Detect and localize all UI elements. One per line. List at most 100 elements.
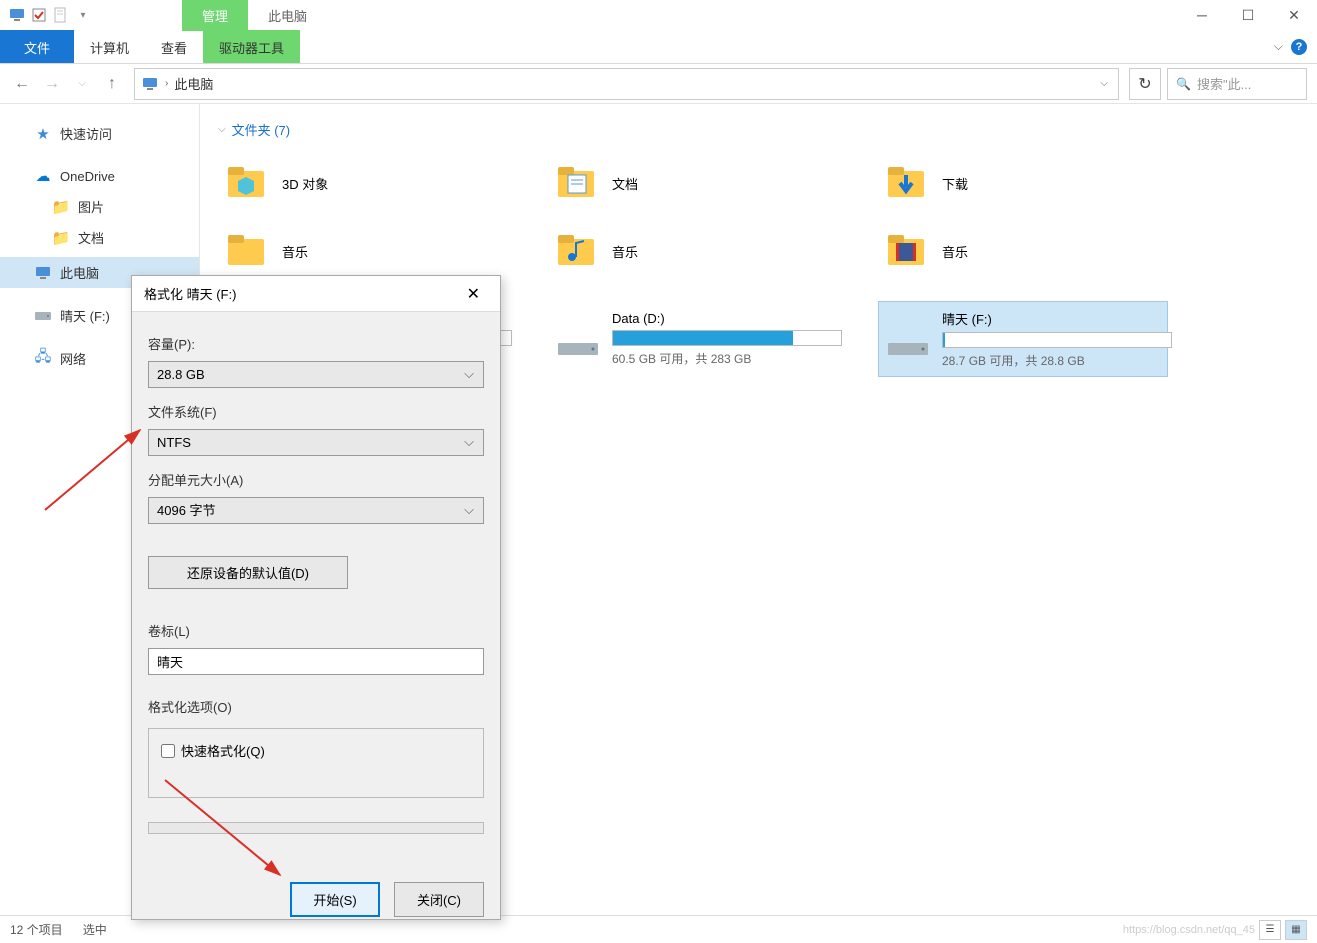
folders-section-header[interactable]: ⌵ 文件夹 (7) [218,116,1299,143]
folder-item[interactable]: 音乐 [878,221,1168,281]
volume-label-input[interactable] [148,648,484,675]
folder-icon: 📁 [52,229,70,247]
sidebar-item-pictures[interactable]: 📁 图片 [0,191,199,222]
folder-item[interactable]: 下载 [878,153,1168,213]
filesystem-select[interactable]: NTFS [148,429,484,456]
capacity-label: 容量(P): [148,334,484,353]
quick-format-checkbox[interactable]: 快速格式化(Q) [161,741,471,760]
quick-format-input[interactable] [161,744,175,758]
thispc-icon [8,6,26,24]
breadcrumb-item[interactable]: 此电脑 [174,74,213,93]
view-tab[interactable]: 查看 [145,30,203,63]
drive-item[interactable]: Data (D:) 60.5 GB 可用，共 283 GB [548,301,838,377]
drive-icon [34,307,52,325]
folder-item[interactable]: 音乐 [218,221,508,281]
folder-name: 音乐 [942,242,968,261]
maximize-button[interactable]: ☐ [1225,0,1271,30]
close-dialog-button[interactable]: 关闭(C) [394,882,484,917]
drive-name: Data (D:) [612,311,842,326]
dialog-close-button[interactable]: ✕ [459,280,488,308]
computer-tab[interactable]: 计算机 [74,30,145,63]
search-icon: 🔍 [1176,77,1191,91]
chevron-down-icon[interactable]: ⌵ [1274,39,1283,54]
file-tab[interactable]: 文件 [0,30,74,63]
folder-icon [222,159,270,207]
search-input[interactable]: 🔍 搜索"此... [1167,68,1307,100]
sidebar-item-documents[interactable]: 📁 文档 [0,222,199,253]
folder-name: 3D 对象 [282,174,328,193]
item-count: 12 个项目 [10,921,63,938]
forward-button[interactable]: → [40,72,64,96]
drive-usage-bar [942,332,1172,348]
watermark: https://blog.csdn.net/qq_45 [1123,924,1255,936]
thispc-icon [141,75,159,93]
drive-info: 晴天 (F:) 28.7 GB 可用，共 28.8 GB [942,309,1172,369]
close-button[interactable]: ✕ [1271,0,1317,30]
network-icon: 🖧 [34,350,52,368]
folder-name: 文档 [612,174,638,193]
dialog-footer: 开始(S) 关闭(C) [148,842,484,917]
format-options-label: 格式化选项(O) [148,697,484,716]
sidebar-item-label: 晴天 (F:) [60,306,110,325]
selection-status: 选中 [83,921,107,938]
folder-icon [222,227,270,275]
allocation-select[interactable]: 4096 字节 [148,497,484,524]
breadcrumb-arrow-icon[interactable]: › [165,78,168,89]
icons-view-button[interactable]: ▦ [1285,920,1307,940]
drive-tools-tab[interactable]: 驱动器工具 [203,30,300,63]
capacity-select[interactable]: 28.8 GB [148,361,484,388]
quick-access-toolbar: ▾ [0,6,92,24]
dialog-body: 容量(P): 28.8 GB 文件系统(F) NTFS 分配单元大小(A) 40… [132,312,500,933]
dropdown-icon[interactable]: ▾ [74,6,92,24]
sidebar-item-label: 网络 [60,349,86,368]
minimize-button[interactable]: ─ [1179,0,1225,30]
checkbox-icon[interactable] [30,6,48,24]
sidebar-item-onedrive[interactable]: ☁ OneDrive [0,161,199,191]
format-options-group: 快速格式化(Q) [148,728,484,798]
sidebar-item-quick-access[interactable]: ★ 快速访问 [0,118,199,149]
folder-item[interactable]: 音乐 [548,221,838,281]
refresh-button[interactable]: ↻ [1129,68,1161,100]
cloud-icon: ☁ [34,167,52,185]
drive-item[interactable]: 晴天 (F:) 28.7 GB 可用，共 28.8 GB [878,301,1168,377]
search-placeholder: 搜索"此... [1197,74,1251,93]
volume-label-label: 卷标(L) [148,621,484,640]
folder-name: 下载 [942,174,968,193]
up-button[interactable]: ↑ [100,72,124,96]
folder-icon [882,227,930,275]
window-controls: ─ ☐ ✕ [1179,0,1317,30]
sidebar-item-label: 文档 [78,228,104,247]
properties-icon[interactable] [52,6,70,24]
navigation-bar: ← → ⌵ ↑ › 此电脑 ⌵ ↻ 🔍 搜索"此... [0,64,1317,104]
allocation-label: 分配单元大小(A) [148,470,484,489]
star-icon: ★ [34,125,52,143]
address-bar[interactable]: › 此电脑 ⌵ [134,68,1119,100]
section-title: 文件夹 (7) [232,120,291,139]
dialog-titlebar[interactable]: 格式化 晴天 (F:) ✕ [132,276,500,312]
recent-dropdown[interactable]: ⌵ [70,72,94,96]
restore-defaults-button[interactable]: 还原设备的默认值(D) [148,556,348,589]
drive-usage-bar [612,330,842,346]
drive-icon [556,315,600,363]
thispc-icon [34,264,52,282]
manage-tab[interactable]: 管理 [182,0,248,31]
titlebar: ▾ 管理 此电脑 ─ ☐ ✕ [0,0,1317,30]
details-view-button[interactable]: ☰ [1259,920,1281,940]
folder-name: 音乐 [612,242,638,261]
folder-grid: 3D 对象 文档 下载音乐 音乐 音乐 [218,153,1299,281]
help-icon[interactable]: ? [1291,39,1307,55]
folder-item[interactable]: 3D 对象 [218,153,508,213]
folder-name: 音乐 [282,242,308,261]
drive-icon [886,315,930,363]
folder-icon [552,159,600,207]
contextual-tabs: 管理 [182,0,248,31]
back-button[interactable]: ← [10,72,34,96]
drive-detail: 60.5 GB 可用，共 283 GB [612,350,842,367]
drive-name: 晴天 (F:) [942,309,1172,328]
address-dropdown-icon[interactable]: ⌵ [1096,78,1112,89]
sidebar-item-label: 快速访问 [60,124,112,143]
filesystem-label: 文件系统(F) [148,402,484,421]
start-button[interactable]: 开始(S) [290,882,380,917]
folder-item[interactable]: 文档 [548,153,838,213]
progress-bar [148,822,484,834]
